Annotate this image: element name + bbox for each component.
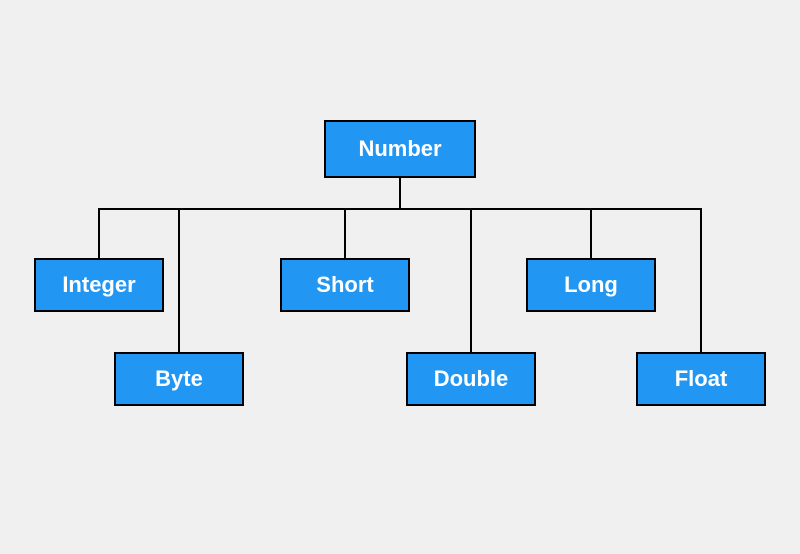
connector-drop-short: [344, 208, 346, 258]
connector-drop-double: [470, 208, 472, 352]
connector-drop-integer: [98, 208, 100, 258]
node-byte: Byte: [114, 352, 244, 406]
node-integer-label: Integer: [62, 272, 135, 298]
connector-drop-byte: [178, 208, 180, 352]
node-long-label: Long: [564, 272, 618, 298]
connector-root-stem: [399, 178, 401, 208]
node-long: Long: [526, 258, 656, 312]
node-float-label: Float: [675, 366, 728, 392]
connector-drop-float: [700, 208, 702, 352]
connector-drop-long: [590, 208, 592, 258]
node-number: Number: [324, 120, 476, 178]
connector-bus: [98, 208, 702, 210]
node-double: Double: [406, 352, 536, 406]
node-double-label: Double: [434, 366, 509, 392]
node-number-label: Number: [358, 136, 441, 162]
node-short-label: Short: [316, 272, 373, 298]
diagram-canvas: Number Integer Short Long Byte Double Fl…: [0, 0, 800, 554]
node-short: Short: [280, 258, 410, 312]
node-byte-label: Byte: [155, 366, 203, 392]
node-float: Float: [636, 352, 766, 406]
node-integer: Integer: [34, 258, 164, 312]
